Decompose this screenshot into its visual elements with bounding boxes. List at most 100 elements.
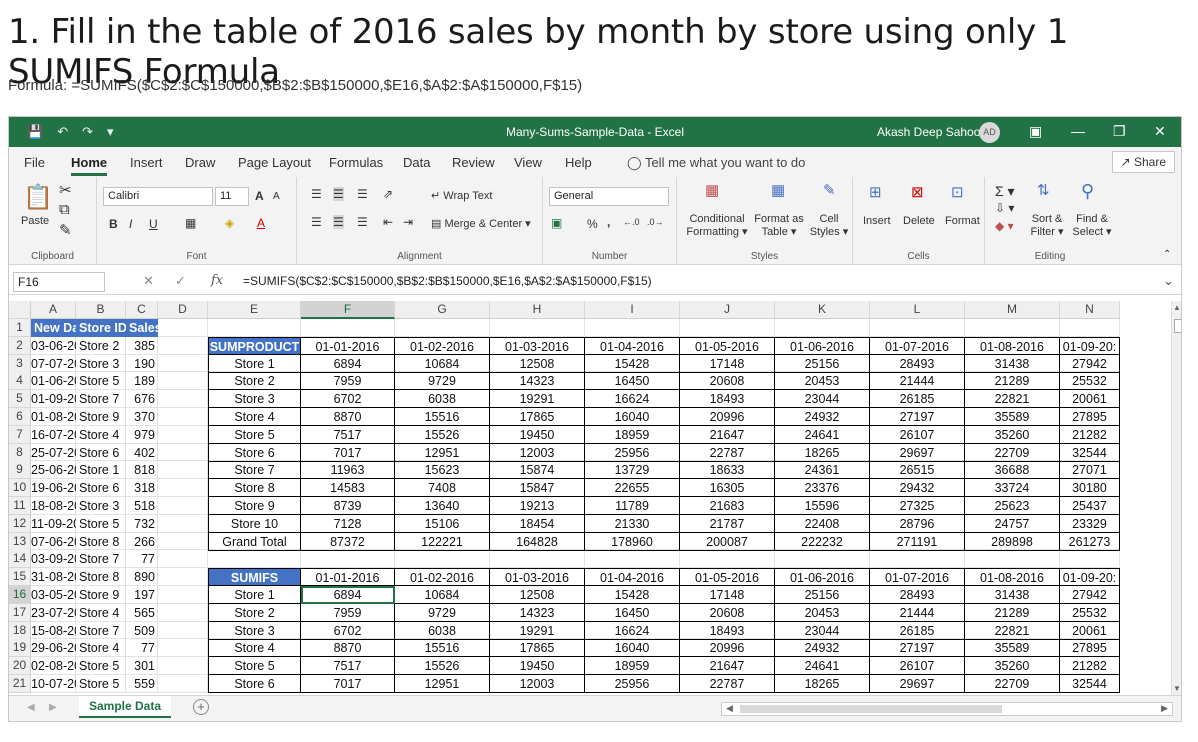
sales-cell[interactable]: 509 <box>126 622 158 640</box>
format-painter-icon[interactable]: ✎ <box>59 221 72 239</box>
insert-cells-icon[interactable]: ⊞ <box>869 183 882 201</box>
value-cell[interactable]: 23376 <box>775 479 870 498</box>
date-cell[interactable]: 03-05-2016 <box>31 586 76 604</box>
row-header[interactable]: 8 <box>9 443 31 462</box>
bold-button[interactable]: B <box>109 217 118 231</box>
column-header[interactable]: C <box>126 301 158 319</box>
share-button[interactable]: ↗ Share <box>1111 151 1175 173</box>
cancel-icon[interactable]: ✕ <box>143 273 154 289</box>
value-cell[interactable]: 25956 <box>585 443 680 462</box>
value-cell[interactable]: 22787 <box>680 675 775 693</box>
column-header[interactable]: E <box>208 301 301 319</box>
date-cell[interactable]: 19-06-2016 <box>31 479 76 497</box>
value-cell[interactable]: 6894 <box>301 354 395 373</box>
date-cell[interactable]: 11-09-2016 <box>31 515 76 533</box>
value-cell[interactable]: 200087 <box>680 532 775 551</box>
value-cell[interactable]: 16305 <box>680 479 775 498</box>
scroll-left-icon[interactable]: ◀ <box>726 703 733 714</box>
store-label-cell[interactable]: Store 6 <box>208 443 301 462</box>
value-cell[interactable]: 16450 <box>585 603 680 622</box>
insert-function-icon[interactable]: fx <box>211 273 223 288</box>
value-cell[interactable]: 12951 <box>395 443 490 462</box>
store-label-cell[interactable]: Store 8 <box>208 479 301 498</box>
column-header[interactable]: H <box>490 301 585 319</box>
value-cell[interactable]: 27071 <box>1060 461 1120 480</box>
sales-cell[interactable]: 266 <box>126 533 158 551</box>
value-cell[interactable]: 27197 <box>870 408 965 426</box>
value-cell[interactable]: 31438 <box>965 586 1060 604</box>
sales-cell[interactable]: 385 <box>126 337 158 355</box>
store-cell[interactable]: Store 2 <box>76 337 126 355</box>
value-cell[interactable]: 20061 <box>1060 390 1120 409</box>
value-cell[interactable]: 17865 <box>490 639 585 658</box>
value-cell[interactable]: 24641 <box>775 425 870 444</box>
value-cell[interactable]: 23044 <box>775 621 870 640</box>
value-cell[interactable]: 122221 <box>395 532 490 551</box>
data-header-cell[interactable]: New Date <box>31 319 76 337</box>
value-cell[interactable]: 16624 <box>585 621 680 640</box>
value-cell[interactable]: 21330 <box>585 514 680 533</box>
date-cell[interactable]: 01-08-2016 <box>31 408 76 426</box>
store-label-cell[interactable]: Store 10 <box>208 514 301 533</box>
store-label-cell[interactable]: Store 7 <box>208 461 301 480</box>
collapse-ribbon-icon[interactable]: ⌃ <box>1163 249 1171 260</box>
value-cell[interactable]: 7517 <box>301 657 395 676</box>
row-header[interactable]: 10 <box>9 479 31 498</box>
value-cell[interactable]: 22655 <box>585 479 680 498</box>
month-header-cell[interactable]: 01-03-2016 <box>490 336 585 355</box>
align-top-icon[interactable]: ☰ <box>311 187 322 201</box>
store-cell[interactable]: Store 1 <box>76 461 126 479</box>
store-label-cell[interactable]: Store 1 <box>208 354 301 373</box>
value-cell[interactable]: 22408 <box>775 514 870 533</box>
value-cell[interactable]: 27895 <box>1060 639 1120 658</box>
scroll-down-icon[interactable]: ▼ <box>1173 684 1181 693</box>
tab-home[interactable]: Home <box>71 155 108 176</box>
sales-cell[interactable]: 301 <box>126 657 158 675</box>
conditional-formatting-icon[interactable]: ▦ <box>705 181 719 199</box>
month-header-cell[interactable]: 01-02-2016 <box>395 336 490 355</box>
value-cell[interactable]: 21683 <box>680 497 775 515</box>
value-cell[interactable]: 261273 <box>1060 532 1120 551</box>
sales-cell[interactable]: 565 <box>126 604 158 622</box>
value-cell[interactable]: 29697 <box>870 443 965 462</box>
value-cell[interactable]: 8870 <box>301 408 395 426</box>
date-cell[interactable]: 25-07-2016 <box>31 444 76 462</box>
increase-indent-icon[interactable]: ⇥ <box>403 215 413 229</box>
value-cell[interactable]: 18493 <box>680 621 775 640</box>
row-header[interactable]: 12 <box>9 514 31 533</box>
format-as-table-button[interactable]: Format as Table ▾ <box>753 213 805 239</box>
decrease-indent-icon[interactable]: ⇤ <box>383 215 393 229</box>
value-cell[interactable]: 18959 <box>585 657 680 676</box>
row-header[interactable]: 21 <box>9 675 31 693</box>
font-name-select[interactable]: Calibri <box>103 187 213 206</box>
sales-cell[interactable]: 890 <box>126 568 158 586</box>
sheet-tab-sample-data[interactable]: Sample Data <box>79 696 172 718</box>
value-cell[interactable]: 15596 <box>775 497 870 515</box>
conditional-formatting-button[interactable]: Conditional Formatting ▾ <box>685 213 749 239</box>
store-label-cell[interactable]: Store 2 <box>208 372 301 391</box>
sales-cell[interactable]: 77 <box>126 639 158 657</box>
date-cell[interactable]: 31-08-2016 <box>31 568 76 586</box>
value-cell[interactable]: 15516 <box>395 408 490 426</box>
column-header[interactable]: L <box>870 301 965 319</box>
value-cell[interactable]: 6702 <box>301 390 395 409</box>
value-cell[interactable]: 18265 <box>775 443 870 462</box>
value-cell[interactable]: 16040 <box>585 408 680 426</box>
value-cell[interactable]: 21289 <box>965 372 1060 391</box>
avatar[interactable]: AD <box>979 122 1000 143</box>
scroll-up-icon[interactable]: ▲ <box>1173 303 1181 312</box>
value-cell[interactable]: 7017 <box>301 443 395 462</box>
row-header[interactable]: 1 <box>9 319 31 337</box>
store-cell[interactable]: Store 9 <box>76 586 126 604</box>
value-cell[interactable]: 12951 <box>395 675 490 693</box>
store-label-cell[interactable]: Store 5 <box>208 425 301 444</box>
value-cell[interactable]: 17148 <box>680 354 775 373</box>
store-label-cell[interactable]: Store 4 <box>208 639 301 658</box>
column-header[interactable]: A <box>31 301 76 319</box>
comma-button[interactable]: , <box>607 215 610 229</box>
row-header[interactable]: 6 <box>9 408 31 426</box>
sales-cell[interactable]: 189 <box>126 372 158 390</box>
row-header[interactable]: 14 <box>9 550 31 569</box>
cell-styles-icon[interactable]: ✎ <box>823 181 836 199</box>
delete-cells-button[interactable]: Delete <box>903 215 935 228</box>
